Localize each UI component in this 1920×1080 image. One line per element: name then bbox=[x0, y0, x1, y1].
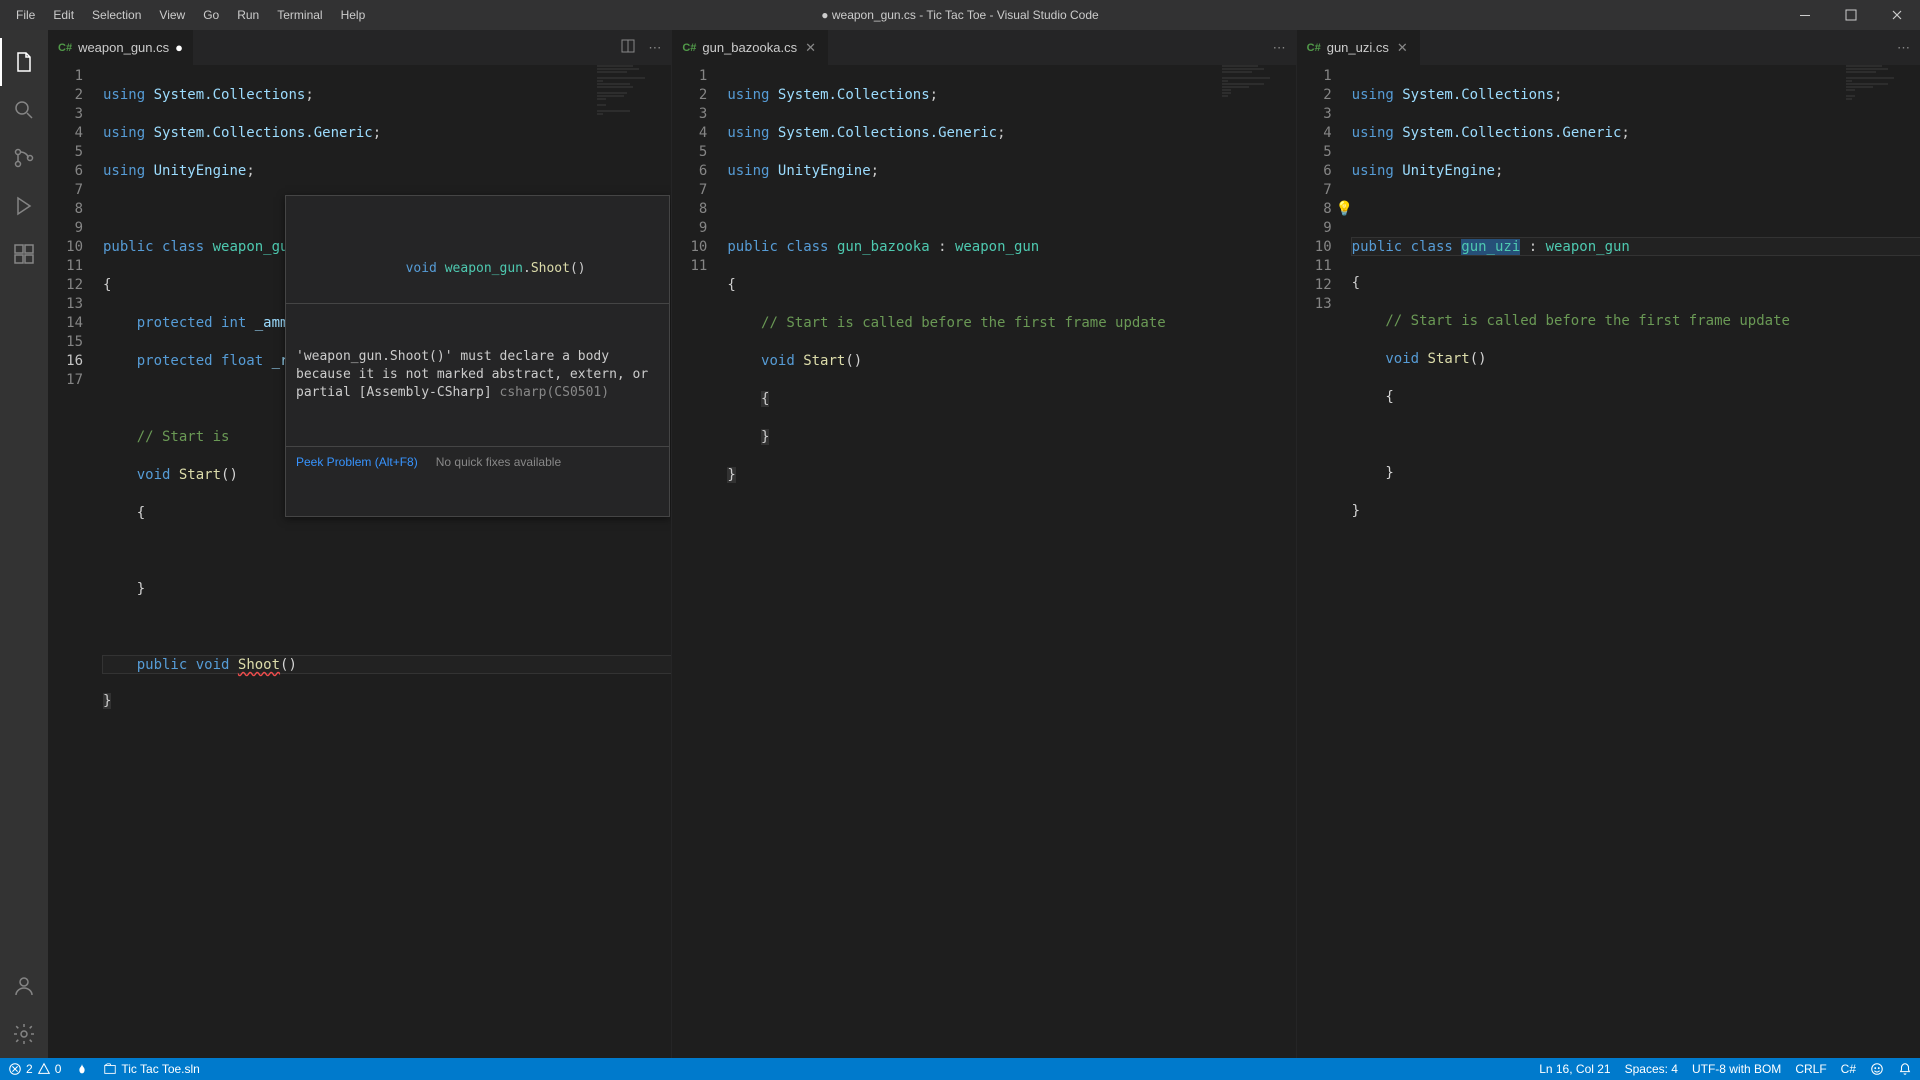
menu-terminal[interactable]: Terminal bbox=[269, 4, 330, 26]
close-icon[interactable]: ✕ bbox=[1395, 38, 1410, 58]
csharp-file-icon: C# bbox=[1307, 42, 1321, 54]
tab-label: weapon_gun.cs bbox=[78, 40, 169, 55]
editor-pane-3: C# gun_uzi.cs ✕ ⋯ 12345678910111213 usin… bbox=[1297, 30, 1920, 1058]
csharp-file-icon: C# bbox=[58, 42, 72, 54]
status-language[interactable]: C# bbox=[1841, 1062, 1856, 1076]
minimize-button[interactable] bbox=[1782, 0, 1828, 30]
status-bar: 2 0 Tic Tac Toe.sln Ln 16, Col 21 Spaces… bbox=[0, 1058, 1920, 1080]
csharp-file-icon: C# bbox=[682, 42, 696, 54]
activity-bar bbox=[0, 30, 48, 1058]
menu-bar: File Edit Selection View Go Run Terminal… bbox=[8, 4, 373, 26]
tab-actions-3: ⋯ bbox=[1887, 30, 1920, 65]
status-encoding[interactable]: UTF-8 with BOM bbox=[1692, 1062, 1781, 1076]
status-bell-icon[interactable] bbox=[1898, 1062, 1912, 1076]
menu-go[interactable]: Go bbox=[195, 4, 227, 26]
source-control-icon[interactable] bbox=[0, 134, 48, 182]
status-flame-icon[interactable] bbox=[75, 1062, 89, 1076]
hover-error-message: 'weapon_gun.Shoot()' must declare a body… bbox=[286, 342, 669, 408]
more-actions-icon[interactable]: ⋯ bbox=[1273, 40, 1286, 56]
hover-tooltip: void weapon_gun.Shoot() 'weapon_gun.Shoo… bbox=[285, 195, 670, 517]
minimap-3[interactable] bbox=[1846, 65, 1906, 1058]
tab-gun-uzi[interactable]: C# gun_uzi.cs ✕ bbox=[1297, 30, 1421, 65]
window-title: ● weapon_gun.cs - Tic Tac Toe - Visual S… bbox=[821, 8, 1098, 22]
account-icon[interactable] bbox=[0, 962, 48, 1010]
close-icon[interactable]: ✕ bbox=[803, 38, 818, 58]
title-bar: File Edit Selection View Go Run Terminal… bbox=[0, 0, 1920, 30]
no-quick-fixes-label: No quick fixes available bbox=[436, 453, 561, 472]
tab-bar-1: C# weapon_gun.cs ● ⋯ bbox=[48, 30, 671, 65]
tab-gun-bazooka[interactable]: C# gun_bazooka.cs ✕ bbox=[672, 30, 829, 65]
maximize-button[interactable] bbox=[1828, 0, 1874, 30]
tab-label: gun_uzi.cs bbox=[1327, 40, 1389, 55]
editor-pane-2: C# gun_bazooka.cs ✕ ⋯ 1234567891011 usin… bbox=[672, 30, 1296, 1058]
vertical-scrollbar-2[interactable] bbox=[1282, 65, 1296, 1058]
tab-dirty-icon[interactable]: ● bbox=[175, 40, 183, 55]
status-indentation[interactable]: Spaces: 4 bbox=[1625, 1062, 1678, 1076]
editor-grid: C# weapon_gun.cs ● ⋯ 1234567891011121314… bbox=[48, 30, 1920, 1058]
tab-bar-3: C# gun_uzi.cs ✕ ⋯ bbox=[1297, 30, 1920, 65]
settings-gear-icon[interactable] bbox=[0, 1010, 48, 1058]
minimap-2[interactable] bbox=[1222, 65, 1282, 1058]
menu-view[interactable]: View bbox=[151, 4, 193, 26]
extensions-icon[interactable] bbox=[0, 230, 48, 278]
menu-file[interactable]: File bbox=[8, 4, 43, 26]
menu-selection[interactable]: Selection bbox=[84, 4, 149, 26]
tab-label: gun_bazooka.cs bbox=[702, 40, 797, 55]
gutter-2: 1234567891011 bbox=[672, 65, 727, 1058]
split-editor-icon[interactable] bbox=[620, 38, 636, 57]
lightbulb-icon[interactable]: 💡 bbox=[1336, 200, 1353, 219]
vertical-scrollbar-3[interactable] bbox=[1906, 65, 1920, 1058]
more-actions-icon[interactable]: ⋯ bbox=[1897, 40, 1910, 56]
menu-edit[interactable]: Edit bbox=[45, 4, 82, 26]
gutter-1: 1234567891011121314151617 bbox=[48, 65, 103, 1058]
menu-help[interactable]: Help bbox=[333, 4, 374, 26]
status-eol[interactable]: CRLF bbox=[1795, 1062, 1826, 1076]
status-feedback-icon[interactable] bbox=[1870, 1062, 1884, 1076]
code-area-3[interactable]: 12345678910111213 using System.Collectio… bbox=[1297, 65, 1920, 1058]
hover-signature: void weapon_gun.Shoot() bbox=[286, 234, 669, 304]
tab-actions-2: ⋯ bbox=[1263, 30, 1296, 65]
run-debug-icon[interactable] bbox=[0, 182, 48, 230]
tab-bar-2: C# gun_bazooka.cs ✕ ⋯ bbox=[672, 30, 1295, 65]
explorer-icon[interactable] bbox=[0, 38, 48, 86]
code-content-1[interactable]: using System.Collections; using System.C… bbox=[103, 65, 671, 1058]
status-errors[interactable]: 2 0 bbox=[8, 1062, 61, 1076]
more-actions-icon[interactable]: ⋯ bbox=[648, 40, 661, 56]
close-button[interactable] bbox=[1874, 0, 1920, 30]
code-content-3[interactable]: using System.Collections; using System.C… bbox=[1352, 65, 1920, 1058]
tab-actions-1: ⋯ bbox=[610, 30, 671, 65]
status-project[interactable]: Tic Tac Toe.sln bbox=[103, 1062, 199, 1076]
tab-weapon-gun[interactable]: C# weapon_gun.cs ● bbox=[48, 30, 194, 65]
search-icon[interactable] bbox=[0, 86, 48, 134]
peek-problem-link[interactable]: Peek Problem (Alt+F8) bbox=[296, 453, 418, 472]
code-area-2[interactable]: 1234567891011 using System.Collections; … bbox=[672, 65, 1295, 1058]
editor-pane-1: C# weapon_gun.cs ● ⋯ 1234567891011121314… bbox=[48, 30, 672, 1058]
menu-run[interactable]: Run bbox=[229, 4, 267, 26]
status-cursor-pos[interactable]: Ln 16, Col 21 bbox=[1539, 1062, 1610, 1076]
code-content-2[interactable]: using System.Collections; using System.C… bbox=[727, 65, 1295, 1058]
code-area-1[interactable]: 1234567891011121314151617 using System.C… bbox=[48, 65, 671, 1058]
window-controls bbox=[1782, 0, 1920, 30]
